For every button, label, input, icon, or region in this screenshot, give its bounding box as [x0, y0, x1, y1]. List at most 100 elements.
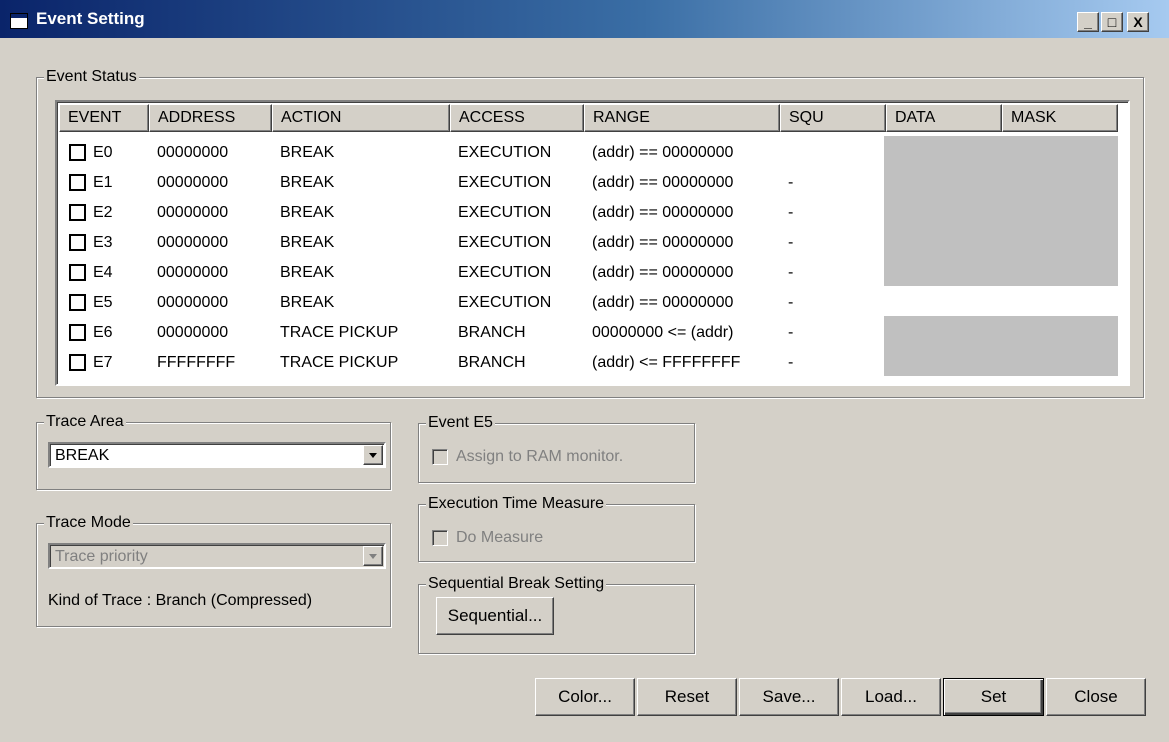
event-id: E1: [93, 174, 113, 191]
event-list-header: EVENT ADDRESS ACTION ACCESS RANGE SQU DA…: [59, 104, 1128, 132]
column-header-action[interactable]: ACTION: [272, 104, 450, 132]
event-enable-checkbox[interactable]: [69, 174, 86, 191]
event-range: 00000000 <= (addr): [592, 324, 734, 341]
event-access: EXECUTION: [458, 204, 552, 221]
save-button[interactable]: Save...: [739, 678, 839, 716]
event-action: TRACE PICKUP: [280, 354, 399, 371]
window-title: Event Setting: [36, 9, 145, 28]
kind-of-trace-text: Kind of Trace : Branch (Compressed): [48, 592, 313, 609]
event-row-e0[interactable]: E0 00000000 BREAK EXECUTION (addr) == 00…: [57, 138, 1127, 168]
event-squ: -: [788, 324, 794, 341]
maximize-icon: □: [1107, 14, 1117, 30]
event-row-e3[interactable]: E3 00000000 BREAK EXECUTION (addr) == 00…: [57, 228, 1127, 258]
event-range: (addr) == 00000000: [592, 144, 734, 161]
event-squ: -: [788, 234, 794, 251]
set-button[interactable]: Set: [943, 678, 1044, 716]
event-squ: -: [788, 294, 794, 311]
event-address: 00000000: [157, 294, 229, 311]
event-action: BREAK: [280, 204, 335, 221]
close-icon: X: [1133, 14, 1143, 30]
column-header-mask[interactable]: MASK: [1002, 104, 1118, 132]
event-enable-checkbox[interactable]: [69, 354, 86, 371]
chevron-down-icon[interactable]: [363, 546, 383, 566]
event-access: BRANCH: [458, 354, 526, 371]
trace-area-label: Trace Area: [44, 413, 126, 431]
event-enable-checkbox[interactable]: [69, 144, 86, 161]
window-app-icon: [10, 13, 28, 29]
event-row-e5[interactable]: E5 00000000 BREAK EXECUTION (addr) == 00…: [57, 288, 1127, 318]
maximize-button[interactable]: □: [1101, 12, 1123, 32]
do-measure-checkbox[interactable]: Do Measure: [432, 528, 632, 550]
event-squ: -: [788, 354, 794, 371]
reset-button[interactable]: Reset: [637, 678, 737, 716]
event-access: EXECUTION: [458, 174, 552, 191]
event-id: E0: [93, 144, 113, 161]
column-header-address[interactable]: ADDRESS: [149, 104, 272, 132]
event-squ: -: [788, 264, 794, 281]
column-header-access[interactable]: ACCESS: [450, 104, 584, 132]
column-header-event[interactable]: EVENT: [59, 104, 149, 132]
event-access: EXECUTION: [458, 234, 552, 251]
do-measure-label: Do Measure: [456, 529, 544, 546]
event-address: FFFFFFFF: [157, 354, 236, 371]
trace-mode-value: Trace priority: [55, 548, 148, 565]
event-squ: -: [788, 174, 794, 191]
checkbox-box[interactable]: [432, 449, 448, 465]
event-action: BREAK: [280, 144, 335, 161]
event-range: (addr) == 00000000: [592, 294, 734, 311]
trace-area-select[interactable]: BREAK: [48, 442, 386, 468]
event-enable-checkbox[interactable]: [69, 324, 86, 341]
event-action: TRACE PICKUP: [280, 324, 399, 341]
event-row-e1[interactable]: E1 00000000 BREAK EXECUTION (addr) == 00…: [57, 168, 1127, 198]
event-enable-checkbox[interactable]: [69, 264, 86, 281]
event-address: 00000000: [157, 144, 229, 161]
event-id: E5: [93, 294, 113, 311]
event-action: BREAK: [280, 264, 335, 281]
title-bar[interactable]: Event Setting _ □ X: [0, 0, 1169, 38]
event-row-e7[interactable]: E7 FFFFFFFF TRACE PICKUP BRANCH (addr) <…: [57, 348, 1127, 378]
event-id: E7: [93, 354, 113, 371]
event-id: E4: [93, 264, 113, 281]
event-enable-checkbox[interactable]: [69, 294, 86, 311]
event-action: BREAK: [280, 174, 335, 191]
event-id: E6: [93, 324, 113, 341]
event-action: BREAK: [280, 234, 335, 251]
column-header-squ[interactable]: SQU: [780, 104, 886, 132]
event-status-label: Event Status: [44, 68, 139, 86]
event-id: E2: [93, 204, 113, 221]
event-enable-checkbox[interactable]: [69, 204, 86, 221]
close-window-button[interactable]: X: [1127, 12, 1149, 32]
event-address: 00000000: [157, 264, 229, 281]
event-row-e2[interactable]: E2 00000000 BREAK EXECUTION (addr) == 00…: [57, 198, 1127, 228]
checkbox-box[interactable]: [432, 530, 448, 546]
event-address: 00000000: [157, 234, 229, 251]
trace-area-value: BREAK: [55, 447, 110, 464]
execution-time-label: Execution Time Measure: [426, 495, 607, 513]
color-button[interactable]: Color...: [535, 678, 635, 716]
event-row-e4[interactable]: E4 00000000 BREAK EXECUTION (addr) == 00…: [57, 258, 1127, 288]
event-e5-label: Event E5: [426, 414, 495, 432]
event-range: (addr) <= FFFFFFFF: [592, 354, 741, 371]
event-range: (addr) == 00000000: [592, 204, 734, 221]
event-enable-checkbox[interactable]: [69, 234, 86, 251]
event-list[interactable]: EVENT ADDRESS ACTION ACCESS RANGE SQU DA…: [55, 100, 1130, 386]
minimize-button[interactable]: _: [1077, 12, 1099, 32]
minimize-icon: _: [1084, 14, 1092, 30]
event-address: 00000000: [157, 324, 229, 341]
event-row-e6[interactable]: E6 00000000 TRACE PICKUP BRANCH 00000000…: [57, 318, 1127, 348]
trace-mode-select[interactable]: Trace priority: [48, 543, 386, 569]
event-address: 00000000: [157, 204, 229, 221]
event-range: (addr) == 00000000: [592, 174, 734, 191]
event-access: EXECUTION: [458, 264, 552, 281]
close-button[interactable]: Close: [1046, 678, 1146, 716]
assign-ram-monitor-checkbox[interactable]: Assign to RAM monitor.: [432, 447, 687, 469]
column-header-data[interactable]: DATA: [886, 104, 1002, 132]
event-range: (addr) == 00000000: [592, 234, 734, 251]
event-range: (addr) == 00000000: [592, 264, 734, 281]
load-button[interactable]: Load...: [841, 678, 941, 716]
column-header-range[interactable]: RANGE: [584, 104, 780, 132]
chevron-down-icon[interactable]: [363, 445, 383, 465]
event-action: BREAK: [280, 294, 335, 311]
event-id: E3: [93, 234, 113, 251]
sequential-button[interactable]: Sequential...: [436, 597, 554, 635]
